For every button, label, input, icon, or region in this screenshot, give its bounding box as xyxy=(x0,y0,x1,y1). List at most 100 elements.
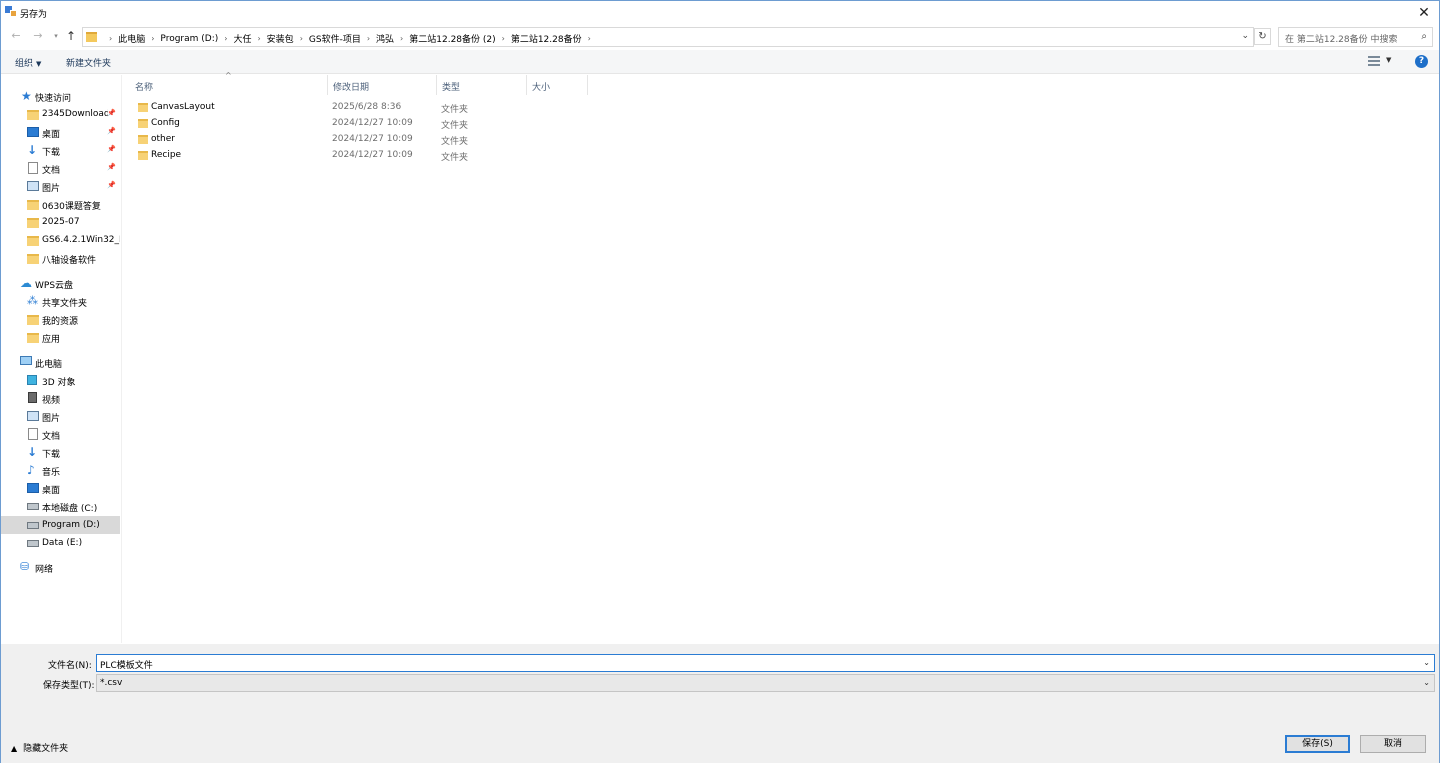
search-placeholder: 在 第二站12.28备份 中搜索 xyxy=(1285,35,1398,45)
nav-item[interactable]: 文档 xyxy=(1,425,120,443)
caret-down-icon: ▼ xyxy=(36,60,42,68)
address-row: ← → ▾ ↑ › 此电脑 › Program (D:) › 大任 › 安装包 … xyxy=(1,25,1439,49)
chevron-right-icon[interactable]: › xyxy=(502,34,505,43)
nav-label: 图片 xyxy=(42,184,61,194)
nav-item[interactable]: 视频 xyxy=(1,389,120,407)
pin-icon[interactable]: 📌 xyxy=(107,109,116,117)
column-header-label: 类型 xyxy=(442,83,461,93)
address-bar[interactable]: › 此电脑 › Program (D:) › 大任 › 安装包 › GS软件-项… xyxy=(82,27,1254,47)
chevron-down-icon[interactable]: ⌄ xyxy=(1423,678,1430,687)
nav-label: 视频 xyxy=(42,396,61,406)
file-name: CanvasLayout xyxy=(151,102,215,112)
breadcrumb-item[interactable]: 此电脑 xyxy=(118,32,145,45)
nav-item[interactable]: 图片 xyxy=(1,407,120,425)
nav-item[interactable]: 3D 对象 xyxy=(1,371,120,389)
chevron-right-icon[interactable]: › xyxy=(300,34,303,43)
nav-item[interactable]: 桌面 📌 xyxy=(1,123,120,141)
chevron-right-icon[interactable]: › xyxy=(151,34,154,43)
breadcrumb-item[interactable]: 鸿弘 xyxy=(376,32,394,45)
title-bar: 另存为 ✕ xyxy=(1,1,1439,25)
nav-item[interactable]: 2025-07 xyxy=(1,213,120,231)
file-name: Recipe xyxy=(151,150,182,160)
help-icon[interactable]: ? xyxy=(1415,55,1428,68)
search-input[interactable]: 在 第二站12.28备份 中搜索 ⌕ xyxy=(1278,27,1433,47)
column-header-label: 修改日期 xyxy=(333,83,370,93)
chevron-down-icon[interactable]: ⌄ xyxy=(1423,658,1430,667)
nav-item[interactable]: 0630课题答复 xyxy=(1,195,120,213)
chevron-right-icon[interactable]: › xyxy=(588,34,591,43)
column-header-date[interactable]: 修改日期 xyxy=(327,75,435,95)
cancel-button[interactable]: 取消 xyxy=(1360,735,1426,753)
nav-label: GS6.4.2.1Win32_E xyxy=(42,235,120,245)
nav-item[interactable]: 我的资源 xyxy=(1,310,120,328)
breadcrumb-item[interactable]: 大任 xyxy=(233,32,251,45)
chevron-down-icon[interactable]: ⌄ xyxy=(1241,31,1249,41)
nav-item[interactable]: 八轴设备软件 xyxy=(1,249,120,267)
pin-icon[interactable]: 📌 xyxy=(107,181,116,189)
nav-item[interactable]: GS6.4.2.1Win32_E xyxy=(1,231,120,249)
column-header-type[interactable]: 类型 xyxy=(436,75,526,95)
file-row[interactable]: Config 2024/12/27 10:09 文件夹 xyxy=(129,115,609,131)
column-header-size[interactable]: 大小 xyxy=(526,75,586,95)
chevron-right-icon[interactable]: › xyxy=(109,34,112,43)
close-button[interactable]: ✕ xyxy=(1415,4,1433,22)
nav-item[interactable]: ↓ 下载 📌 xyxy=(1,141,120,159)
nav-item[interactable]: 文档 📌 xyxy=(1,159,120,177)
nav-this-pc[interactable]: 此电脑 xyxy=(1,353,120,371)
new-folder-button[interactable]: 新建文件夹 xyxy=(66,56,111,69)
nav-item[interactable]: 桌面 xyxy=(1,479,120,497)
nav-label: 下载 xyxy=(42,450,61,460)
chevron-right-icon[interactable]: › xyxy=(257,34,260,43)
breadcrumb-item[interactable]: 第二站12.28备份 xyxy=(511,32,582,45)
recent-locations-icon[interactable]: ▾ xyxy=(49,29,63,43)
organize-button[interactable]: 组织 ▼ xyxy=(15,56,41,69)
file-row[interactable]: other 2024/12/27 10:09 文件夹 xyxy=(129,131,609,147)
up-button[interactable]: ↑ xyxy=(64,29,78,43)
chevron-right-icon[interactable]: › xyxy=(224,34,227,43)
back-button[interactable]: ← xyxy=(9,29,23,43)
refresh-button[interactable]: ↻ xyxy=(1254,28,1271,45)
nav-item[interactable]: ⁂ 共享文件夹 xyxy=(1,292,120,310)
caret-down-icon[interactable]: ▼ xyxy=(1386,56,1391,64)
breadcrumb-item[interactable]: 第二站12.28备份 (2) xyxy=(409,32,495,45)
view-options-icon[interactable] xyxy=(1368,56,1380,66)
folder-icon xyxy=(27,333,39,343)
file-row[interactable]: CanvasLayout 2025/6/28 8:36 文件夹 xyxy=(129,99,609,115)
file-date: 2024/12/27 10:09 xyxy=(332,150,413,160)
filename-input[interactable]: PLC模板文件 ⌄ xyxy=(96,654,1435,672)
nav-item[interactable]: Data (E:) xyxy=(1,534,120,552)
nav-label: Program (D:) xyxy=(42,520,100,530)
column-divider[interactable] xyxy=(587,75,588,95)
save-button[interactable]: 保存(S) xyxy=(1285,735,1350,753)
chevron-right-icon[interactable]: › xyxy=(400,34,403,43)
nav-item-selected[interactable]: Program (D:) xyxy=(1,516,120,534)
column-header-name[interactable]: 名称 xyxy=(129,75,327,95)
pin-icon[interactable]: 📌 xyxy=(107,163,116,171)
nav-item[interactable]: 图片 📌 xyxy=(1,177,120,195)
nav-label: 我的资源 xyxy=(42,317,79,327)
nav-item[interactable]: ♪ 音乐 xyxy=(1,461,120,479)
hide-folders-toggle[interactable]: ▲ 隐藏文件夹 xyxy=(11,741,68,754)
pin-icon[interactable]: 📌 xyxy=(107,145,116,153)
nav-label: 文档 xyxy=(42,166,61,176)
download-icon: ↓ xyxy=(27,143,38,157)
forward-button[interactable]: → xyxy=(31,29,45,43)
pin-icon[interactable]: 📌 xyxy=(107,127,116,135)
nav-wps-cloud[interactable]: ☁ WPS云盘 xyxy=(1,274,120,292)
filetype-select[interactable]: *.csv ⌄ xyxy=(96,674,1435,692)
file-name: Config xyxy=(151,118,180,128)
nav-network[interactable]: ⛁ 网络 xyxy=(1,558,120,576)
nav-quick-access[interactable]: ★ 快速访问 xyxy=(1,87,120,105)
save-form: 文件名(N): PLC模板文件 ⌄ 保存类型(T): *.csv ⌄ ▲ 隐藏文件… xyxy=(1,644,1439,763)
breadcrumb-item[interactable]: Program (D:) xyxy=(160,34,218,44)
breadcrumb-item[interactable]: 安装包 xyxy=(267,32,294,45)
nav-item[interactable]: 应用 xyxy=(1,328,120,346)
breadcrumb-item[interactable]: GS软件-项目 xyxy=(309,32,361,45)
nav-item[interactable]: ↓ 下载 xyxy=(1,443,120,461)
column-header-label: 大小 xyxy=(532,83,551,93)
nav-item[interactable]: 2345Download 📌 xyxy=(1,105,120,123)
chevron-right-icon[interactable]: › xyxy=(367,34,370,43)
file-row[interactable]: Recipe 2024/12/27 10:09 文件夹 xyxy=(129,147,609,163)
command-bar: 组织 ▼ 新建文件夹 ▼ ? xyxy=(1,50,1439,74)
nav-item[interactable]: 本地磁盘 (C:) xyxy=(1,497,120,515)
